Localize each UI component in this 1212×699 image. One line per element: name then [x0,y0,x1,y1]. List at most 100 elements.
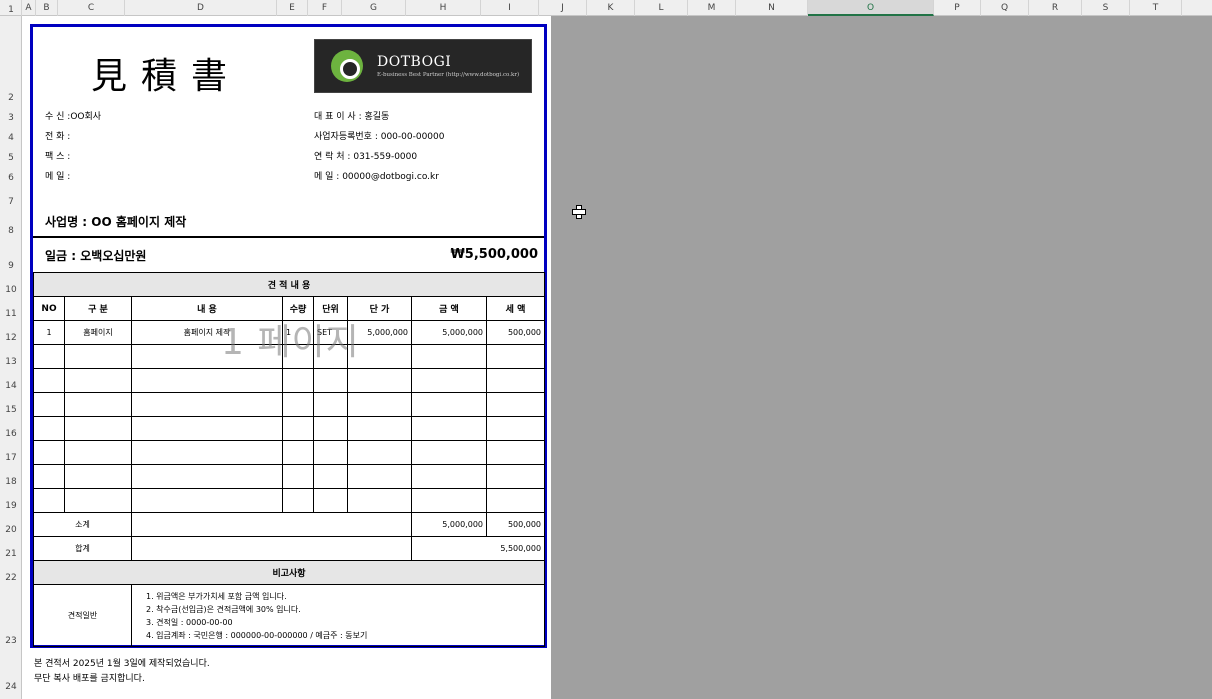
column-header-m[interactable]: M [688,0,736,16]
footer-line-1[interactable]: 본 견적서 2025년 1월 3일에 제작되었습니다. [34,656,210,669]
column-header-a[interactable]: A [22,0,36,16]
supplier-contact[interactable]: 연 락 처 : 031-559-0000 [314,149,417,162]
empty-cell[interactable] [347,416,412,441]
empty-cell[interactable] [282,368,314,393]
row-header-22[interactable]: 22 [0,573,22,583]
cell-no[interactable]: 1 [33,320,65,345]
subtotal-label[interactable]: 소계 [33,512,132,537]
row-header-12[interactable]: 12 [0,333,22,343]
header-category[interactable]: 구 분 [64,296,132,321]
column-header-c[interactable]: C [58,0,125,16]
empty-cell[interactable] [411,488,487,513]
row-header-9[interactable]: 9 [0,261,22,271]
empty-cell[interactable] [313,416,348,441]
row-header-4[interactable]: 4 [0,133,22,143]
empty-cell[interactable] [64,440,132,465]
empty-cell[interactable] [347,488,412,513]
empty-cell[interactable] [64,392,132,417]
recipient-phone[interactable]: 전 화 : [45,129,70,142]
column-header-f[interactable]: F [308,0,342,16]
empty-cell[interactable] [33,488,65,513]
row-header-21[interactable]: 21 [0,549,22,559]
header-no[interactable]: NO [33,296,65,321]
column-header-e[interactable]: E [277,0,308,16]
empty-cell[interactable] [485,368,546,393]
row-header-10[interactable]: 10 [0,285,22,295]
cell-amount[interactable]: 5,000,000 [411,320,487,345]
empty-cell[interactable] [411,416,487,441]
remarks-label[interactable]: 견적일반 [33,584,132,647]
recipient-name[interactable]: 수 신 :OO회사 [45,109,101,122]
supplier-email[interactable]: 메 일 : 00000@dotbogi.co.kr [314,169,439,182]
column-header-q[interactable]: Q [981,0,1029,16]
subtotal-tax[interactable]: 500,000 [485,512,546,537]
empty-cell[interactable] [131,488,283,513]
empty-cell[interactable] [313,392,348,417]
row-header-23[interactable]: 23 [0,636,22,646]
row-header-17[interactable]: 17 [0,453,22,463]
amount-in-words[interactable]: 일금 : 오백오십만원 [45,247,146,264]
project-name[interactable]: 사업명 : OO 홈페이지 제작 [45,213,186,230]
empty-cell[interactable] [282,440,314,465]
column-header-j[interactable]: J [539,0,587,16]
column-header-d[interactable]: D [125,0,277,16]
empty-cell[interactable] [282,392,314,417]
empty-cell[interactable] [282,464,314,489]
column-header-h[interactable]: H [406,0,481,16]
row-header-5[interactable]: 5 [0,153,22,163]
empty-cell[interactable] [33,344,65,369]
header-amount[interactable]: 금 액 [411,296,487,321]
empty-cell[interactable] [347,440,412,465]
empty-cell[interactable] [313,368,348,393]
column-header-p[interactable]: P [934,0,981,16]
column-header-i[interactable]: I [481,0,539,16]
column-header-n[interactable]: N [736,0,808,16]
empty-cell[interactable] [313,488,348,513]
column-header-k[interactable]: K [587,0,635,16]
row-header-2[interactable]: 2 [0,93,22,103]
empty-cell[interactable] [313,440,348,465]
row-header-20[interactable]: 20 [0,525,22,535]
recipient-email[interactable]: 메 일 : [45,169,70,182]
remarks-notes[interactable]: 1. 위금액은 부가가치세 포함 금액 입니다. 2. 착수금(선입금)은 견적… [130,584,546,647]
subtotal-blank[interactable] [131,512,412,537]
empty-cell[interactable] [485,488,546,513]
empty-cell[interactable] [131,440,283,465]
empty-cell[interactable] [347,464,412,489]
empty-cell[interactable] [485,344,546,369]
empty-cell[interactable] [411,344,487,369]
cell-category[interactable]: 홈페이지 [64,320,132,345]
column-header-l[interactable]: L [635,0,688,16]
empty-cell[interactable] [64,344,132,369]
total-amount[interactable]: 5,500,000 [410,536,546,561]
empty-cell[interactable] [485,416,546,441]
column-header-r[interactable]: R [1029,0,1082,16]
empty-cell[interactable] [282,416,314,441]
row-header-14[interactable]: 14 [0,381,22,391]
empty-cell[interactable] [64,416,132,441]
empty-cell[interactable] [485,440,546,465]
supplier-business-number[interactable]: 사업자등록번호 : 000-00-00000 [314,129,445,142]
footer-line-2[interactable]: 무단 복사 배포를 금지합니다. [34,671,145,684]
empty-cell[interactable] [64,488,132,513]
total-blank[interactable] [131,536,412,561]
header-tax[interactable]: 세 액 [485,296,546,321]
empty-cell[interactable] [64,368,132,393]
empty-cell[interactable] [33,368,65,393]
empty-cell[interactable] [347,368,412,393]
column-header-b[interactable]: B [36,0,58,16]
row-header-16[interactable]: 16 [0,429,22,439]
column-header-o[interactable]: O [808,0,934,16]
empty-cell[interactable] [64,464,132,489]
empty-cell[interactable] [485,392,546,417]
empty-cell[interactable] [411,368,487,393]
empty-cell[interactable] [131,392,283,417]
row-header-7[interactable]: 7 [0,197,22,207]
empty-cell[interactable] [411,440,487,465]
empty-cell[interactable] [33,392,65,417]
empty-cell[interactable] [411,464,487,489]
empty-cell[interactable] [33,464,65,489]
empty-cell[interactable] [347,392,412,417]
row-header-15[interactable]: 15 [0,405,22,415]
row-header-8[interactable]: 8 [0,226,22,236]
